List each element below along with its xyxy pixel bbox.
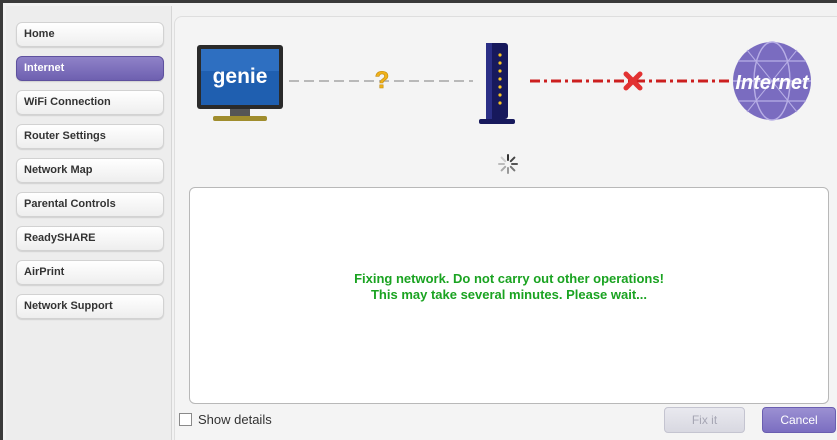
show-details-label: Show details xyxy=(198,411,272,427)
svg-text:?: ? xyxy=(375,67,390,94)
sidebar-item-router-settings[interactable]: Router Settings xyxy=(16,124,164,149)
computer-monitor-icon: genie xyxy=(197,45,283,121)
sidebar-item-parental-controls[interactable]: Parental Controls xyxy=(16,192,164,217)
sidebar-item-home[interactable]: Home xyxy=(16,22,164,47)
router-icon xyxy=(479,43,515,124)
sidebar-item-network-support[interactable]: Network Support xyxy=(16,294,164,319)
sidebar-item-internet[interactable]: Internet xyxy=(16,56,164,81)
network-diagram: genie ? Internet xyxy=(197,41,811,124)
app-window: Home Internet WiFi Connection Router Set… xyxy=(0,0,837,440)
sidebar-item-readyshare[interactable]: ReadySHARE xyxy=(16,226,164,251)
sidebar-item-wifi-connection[interactable]: WiFi Connection xyxy=(16,90,164,115)
status-message: Fixing network. Do not carry out other o… xyxy=(190,271,828,303)
sidebar-item-airprint[interactable]: AirPrint xyxy=(16,260,164,285)
status-line-1: Fixing network. Do not carry out other o… xyxy=(354,271,664,286)
fix-it-button[interactable]: Fix it xyxy=(664,407,745,433)
question-icon: ? xyxy=(374,67,390,95)
status-panel: Fixing network. Do not carry out other o… xyxy=(189,187,829,404)
sidebar: Home Internet WiFi Connection Router Set… xyxy=(6,6,172,440)
internet-globe-icon: Internet xyxy=(733,41,811,121)
show-details-control[interactable]: Show details xyxy=(179,411,272,427)
main-panel: genie ? Internet Fixing network. Do not … xyxy=(174,16,837,440)
sidebar-item-network-map[interactable]: Network Map xyxy=(16,158,164,183)
cancel-button[interactable]: Cancel xyxy=(762,407,836,433)
internet-label: Internet xyxy=(735,72,810,94)
status-line-2: This may take several minutes. Please wa… xyxy=(370,287,648,302)
show-details-checkbox[interactable] xyxy=(179,412,192,426)
loading-spinner-icon xyxy=(498,154,518,174)
monitor-label: genie xyxy=(213,65,268,88)
